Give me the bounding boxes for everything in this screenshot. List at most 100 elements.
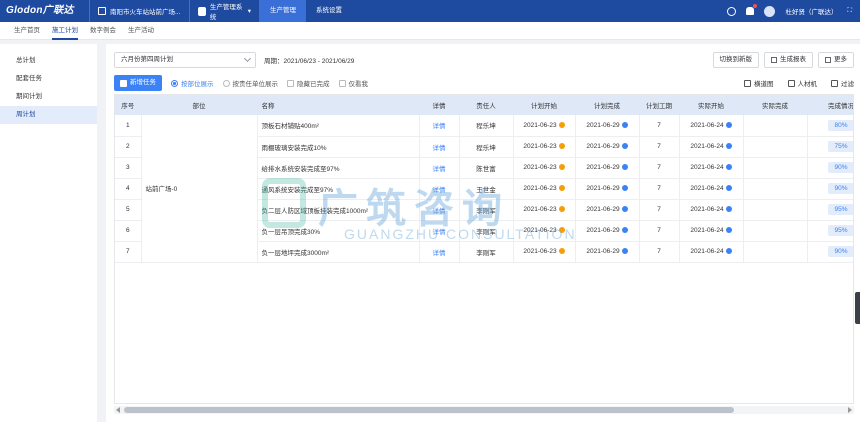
tab-digital-meeting[interactable]: 数字例会: [90, 22, 116, 40]
row-number: 5: [115, 199, 142, 221]
progress-badge[interactable]: 80%: [828, 119, 853, 131]
plan-start: 2021-06-23: [523, 164, 557, 171]
checkbox-icon: [287, 79, 294, 87]
info-icon: [621, 227, 628, 234]
scroll-thumb[interactable]: [124, 407, 734, 413]
new-task-button[interactable]: 新增任务: [114, 75, 162, 91]
system-selector[interactable]: 生产管理系统 ▾: [190, 0, 260, 22]
resources-button[interactable]: 人材机: [787, 78, 818, 88]
actual-start: 2021-06-24: [690, 185, 724, 192]
option-only-me[interactable]: 仅看我: [338, 78, 369, 88]
top-bar: Glodon广联达 南阳市火车站站前广场... 生产管理系统 ▾ 生产管理 系统…: [0, 0, 860, 22]
actual-start: 2021-06-24: [690, 206, 724, 213]
filter-row: 六月份第四周计划 周期：2021/06/23 - 2021/06/29 切换到新…: [114, 52, 854, 68]
nav-settings[interactable]: 系统设置: [306, 0, 352, 22]
user-name[interactable]: 杜好贤（广联达）: [785, 6, 837, 16]
row-number: 6: [115, 220, 142, 242]
project-selector[interactable]: 南阳市火车站站前广场...: [90, 0, 190, 22]
plan-start: 2021-06-23: [523, 227, 557, 234]
tool-label: 人材机: [797, 81, 818, 88]
warning-icon: [558, 248, 565, 255]
duration: 7: [639, 220, 680, 242]
duration: 7: [639, 157, 680, 179]
notification-dot: [753, 4, 758, 8]
detail-link[interactable]: 详情: [419, 136, 460, 158]
detail-link[interactable]: 详情: [419, 157, 460, 179]
progress-cell: 95%: [807, 199, 853, 221]
tab-construction-plan[interactable]: 施工计划: [52, 22, 78, 40]
option-by-location[interactable]: 按部位展示: [171, 78, 214, 88]
filter-button[interactable]: 过滤: [831, 78, 854, 88]
plan-end-cell: 2021-06-29: [575, 241, 640, 263]
nav-production[interactable]: 生产管理: [260, 0, 306, 22]
plan-start-cell: 2021-06-23: [513, 136, 576, 158]
scroll-right-icon[interactable]: [848, 407, 852, 413]
info-icon: [725, 143, 732, 150]
task-name: 负一层地坪完成3000m²: [257, 241, 420, 263]
more-button[interactable]: 更多: [818, 52, 854, 68]
building-icon: [98, 7, 106, 15]
side-panel-handle[interactable]: [855, 292, 860, 324]
progress-cell: 75%: [807, 136, 853, 158]
system-name: 生产管理系统: [209, 4, 243, 21]
project-name: 南阳市火车站站前广场...: [110, 9, 181, 16]
action-buttons: 切换到新版 生成报表 更多: [712, 52, 854, 68]
row-number: 7: [115, 241, 142, 263]
menu-weekly-plan[interactable]: 周计划: [0, 106, 97, 124]
expand-icon[interactable]: ⛶: [847, 7, 852, 15]
switch-new-version-button[interactable]: 切换到新版: [712, 52, 759, 68]
generate-report-button[interactable]: 生成报表: [764, 52, 813, 68]
table-row[interactable]: 1 站前广场-0 顶板石材铺贴400m² 详情 程乐坤 2021-06-23 2021-06…: [115, 115, 853, 263]
progress-cell: 95%: [807, 220, 853, 242]
actual-end: [743, 136, 808, 158]
scroll-left-icon[interactable]: [116, 407, 120, 413]
task-name: 雨棚玻璃安装完成10%: [257, 136, 420, 158]
option-label: 仅看我: [348, 81, 369, 88]
sub-tabs: 生产首页 施工计划 数字例会 生产活动: [0, 22, 860, 40]
info-icon: [621, 185, 628, 192]
detail-link[interactable]: 详情: [419, 199, 460, 221]
option-by-unit[interactable]: 按责任单位展示: [222, 78, 278, 88]
detail-link[interactable]: 详情: [419, 241, 460, 263]
owner: 李刚军: [459, 199, 514, 221]
progress-badge[interactable]: 90%: [828, 246, 853, 257]
info-icon: [725, 185, 732, 192]
progress-badge[interactable]: 90%: [828, 162, 853, 173]
progress-cell: 90%: [807, 178, 853, 200]
bell-icon[interactable]: [746, 4, 758, 15]
plan-end-cell: 2021-06-29: [575, 136, 640, 158]
menu-period-plan[interactable]: 期间计划: [0, 88, 97, 106]
avatar[interactable]: [764, 5, 776, 17]
tab-production-activity[interactable]: 生产活动: [128, 22, 154, 40]
menu-master-plan[interactable]: 总计划: [0, 52, 97, 70]
gantt-view-button[interactable]: 横道图: [744, 78, 774, 88]
period-select[interactable]: 六月份第四周计划: [114, 52, 256, 68]
progress-badge[interactable]: 75%: [828, 141, 853, 152]
tab-production-home[interactable]: 生产首页: [14, 22, 40, 40]
menu-supporting-tasks[interactable]: 配套任务: [0, 70, 97, 88]
detail-link[interactable]: 详情: [419, 220, 460, 242]
column-header: 序号: [115, 95, 142, 115]
table-body: 1 站前广场-0 顶板石材铺贴400m² 详情 程乐坤 2021-06-23 2021-06…: [115, 115, 853, 263]
option-hide-completed[interactable]: 隐藏已完成: [287, 78, 330, 88]
horizontal-scrollbar[interactable]: [114, 406, 854, 414]
detail-link[interactable]: 详情: [419, 115, 460, 137]
warning-icon: [558, 122, 565, 129]
help-icon[interactable]: [727, 6, 737, 16]
plan-start: 2021-06-23: [523, 248, 557, 255]
progress-badge[interactable]: 95%: [828, 225, 853, 236]
warning-icon: [558, 185, 565, 192]
actual-start-cell: 2021-06-24: [679, 157, 744, 179]
actual-end: [743, 157, 808, 179]
actual-start: 2021-06-24: [690, 121, 724, 129]
actual-start: 2021-06-24: [690, 227, 724, 234]
progress-cell: 90%: [807, 241, 853, 263]
radio-icon: [222, 79, 230, 87]
progress-badge[interactable]: 90%: [828, 183, 853, 194]
radio-icon: [171, 79, 178, 87]
plan-start-cell: 2021-06-23: [513, 220, 576, 242]
plan-end-cell: 2021-06-29: [575, 199, 640, 221]
plan-start-cell: 2021-06-23: [513, 199, 576, 221]
detail-link[interactable]: 详情: [419, 178, 460, 200]
progress-badge[interactable]: 95%: [828, 204, 853, 215]
